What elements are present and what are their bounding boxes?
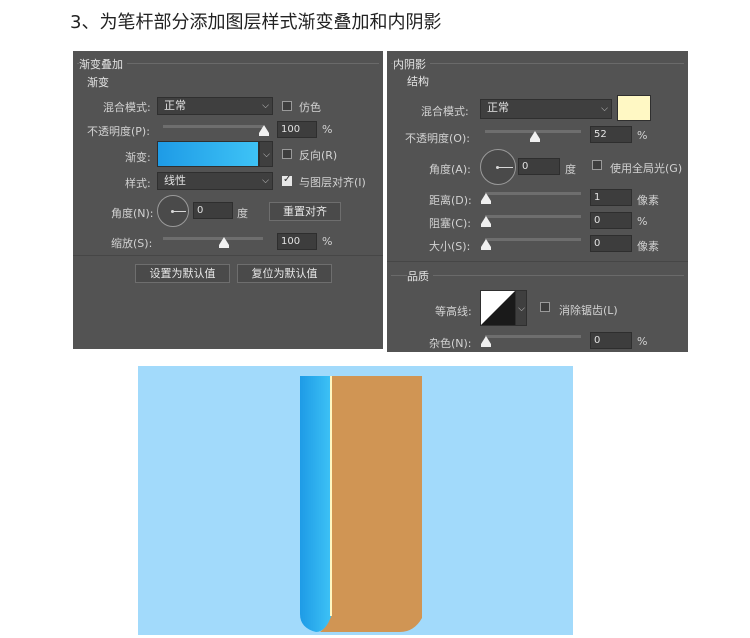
global-light-label: 使用全局光(G) xyxy=(610,162,683,175)
contour-label: 等高线: xyxy=(435,305,472,318)
scale-label: 缩放(S): xyxy=(111,237,153,250)
contour-curve-icon xyxy=(481,291,515,325)
degree-unit: 度 xyxy=(565,163,576,176)
chevron-down-icon: ⌵ xyxy=(263,150,270,160)
distance-slider-handle[interactable] xyxy=(481,193,491,204)
pixels-unit: 像素 xyxy=(637,194,659,207)
choke-slider-handle[interactable] xyxy=(481,216,491,227)
choke-input[interactable]: 0 xyxy=(590,212,632,229)
opacity-label: 不透明度(P): xyxy=(87,125,150,138)
size-slider[interactable] xyxy=(485,238,581,241)
choke-slider[interactable] xyxy=(485,215,581,218)
section-divider xyxy=(387,261,688,262)
angle-dial[interactable] xyxy=(480,149,516,185)
title-divider xyxy=(391,63,684,64)
size-slider-handle[interactable] xyxy=(481,239,491,250)
style-select[interactable]: 线性 ⌵ xyxy=(157,172,273,190)
step-heading: 3、为笔杆部分添加图层样式渐变叠加和内阴影 xyxy=(70,12,442,33)
pen-body-shape xyxy=(320,376,422,632)
pixels-unit: 像素 xyxy=(637,240,659,253)
gradient-picker-dropdown[interactable]: ⌵ xyxy=(259,141,273,167)
opacity-input[interactable]: 100 xyxy=(277,121,317,138)
percent-unit: % xyxy=(322,123,333,136)
quality-divider xyxy=(391,275,684,276)
blend-mode-label: 混合模式: xyxy=(103,101,151,114)
angle-label: 角度(A): xyxy=(429,163,471,176)
scale-slider-handle[interactable] xyxy=(219,237,229,248)
section-title: 渐变 xyxy=(87,74,113,90)
opacity-slider-handle[interactable] xyxy=(259,125,269,136)
gradient-label: 渐变: xyxy=(125,151,151,164)
panel-title: 渐变叠加 xyxy=(79,56,127,72)
style-value: 线性 xyxy=(164,174,186,187)
pen-barrel-shape xyxy=(300,376,332,632)
section-title: 结构 xyxy=(407,73,433,89)
gradient-swatch[interactable] xyxy=(157,141,259,167)
angle-label: 角度(N): xyxy=(111,207,154,220)
opacity-label: 不透明度(O): xyxy=(405,132,470,145)
noise-input[interactable]: 0 xyxy=(590,332,632,349)
opacity-slider[interactable] xyxy=(163,125,263,128)
section-divider xyxy=(73,255,383,256)
quality-section-title: 品质 xyxy=(407,268,433,284)
percent-unit: % xyxy=(322,235,333,248)
choke-label: 阻塞(C): xyxy=(429,217,471,230)
chevron-down-icon: ⌵ xyxy=(601,104,608,114)
noise-label: 杂色(N): xyxy=(429,337,472,350)
blend-mode-select[interactable]: 正常 ⌵ xyxy=(157,97,273,115)
make-default-button[interactable]: 设置为默认值 xyxy=(135,264,230,283)
size-label: 大小(S): xyxy=(429,240,471,253)
align-with-layer-label: 与图层对齐(I) xyxy=(299,176,366,189)
inner-shadow-panel: 内阴影 结构 混合模式: 正常 ⌵ 不透明度(O): 52 % 角度(A): 0… xyxy=(387,51,688,352)
distance-slider[interactable] xyxy=(485,192,581,195)
noise-slider-handle[interactable] xyxy=(481,336,491,347)
contour-preview[interactable] xyxy=(480,290,516,326)
chevron-down-icon: ⌵ xyxy=(262,176,269,186)
angle-dial-hand xyxy=(498,167,513,168)
angle-input[interactable]: 0 xyxy=(193,202,233,219)
panel-title: 内阴影 xyxy=(393,56,430,72)
antialias-checkbox[interactable] xyxy=(540,302,550,312)
align-with-layer-checkbox[interactable] xyxy=(282,174,292,186)
gradient-overlay-panel: 渐变叠加 渐变 混合模式: 正常 ⌵ 仿色 不透明度(P): 100 % 渐变:… xyxy=(73,51,383,349)
opacity-slider-handle[interactable] xyxy=(530,131,540,142)
blend-mode-value: 正常 xyxy=(164,99,186,112)
angle-dial[interactable] xyxy=(157,195,189,227)
angle-input[interactable]: 0 xyxy=(518,158,560,175)
angle-dial-center xyxy=(171,210,174,213)
percent-unit: % xyxy=(637,335,648,348)
blend-mode-label: 混合模式: xyxy=(421,105,469,118)
distance-label: 距离(D): xyxy=(429,194,472,207)
distance-input[interactable]: 1 xyxy=(590,189,632,206)
noise-slider[interactable] xyxy=(485,335,581,338)
reverse-checkbox[interactable] xyxy=(282,149,292,159)
dither-checkbox[interactable] xyxy=(282,101,292,111)
blend-mode-value: 正常 xyxy=(487,101,509,114)
percent-unit: % xyxy=(637,129,648,142)
degree-unit: 度 xyxy=(237,207,248,220)
opacity-input[interactable]: 52 xyxy=(590,126,632,143)
antialias-label: 消除锯齿(L) xyxy=(559,304,618,317)
dither-label: 仿色 xyxy=(299,101,321,114)
inner-shadow-highlight xyxy=(330,376,332,616)
angle-dial-hand xyxy=(173,211,186,212)
reverse-label: 反向(R) xyxy=(299,149,338,162)
reset-alignment-button[interactable]: 重置对齐 xyxy=(269,202,341,221)
shadow-color-swatch[interactable] xyxy=(617,95,651,121)
style-label: 样式: xyxy=(125,177,151,190)
size-input[interactable]: 0 xyxy=(590,235,632,252)
contour-dropdown[interactable]: ⌵ xyxy=(515,290,527,326)
scale-input[interactable]: 100 xyxy=(277,233,317,250)
chevron-down-icon: ⌵ xyxy=(262,101,269,111)
scale-slider[interactable] xyxy=(163,237,263,240)
angle-dial-center xyxy=(496,166,499,169)
pen-preview-canvas xyxy=(138,366,573,635)
reset-to-default-button[interactable]: 复位为默认值 xyxy=(237,264,332,283)
blend-mode-select[interactable]: 正常 ⌵ xyxy=(480,99,612,119)
global-light-checkbox[interactable] xyxy=(592,160,602,170)
chevron-down-icon: ⌵ xyxy=(518,304,525,314)
percent-unit: % xyxy=(637,215,648,228)
pen-illustration xyxy=(300,376,422,632)
